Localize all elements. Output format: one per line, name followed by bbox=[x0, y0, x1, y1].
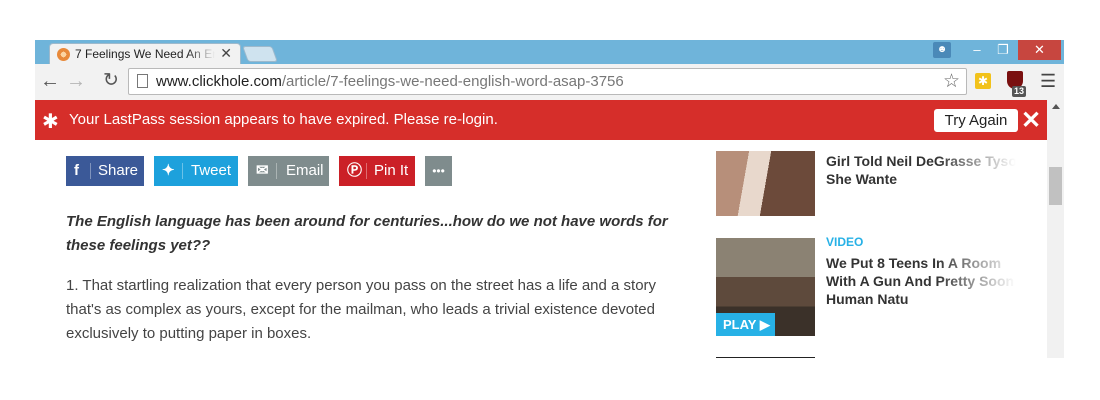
tab-title: 7 Feelings We Need An English Word ASAP bbox=[75, 47, 215, 61]
pinterest-icon: Ⓟ bbox=[347, 162, 363, 179]
share-more-button[interactable]: ••• bbox=[425, 156, 452, 186]
twitter-bird-icon: ✦ bbox=[162, 162, 175, 179]
share-facebook-button[interactable]: f Share bbox=[66, 156, 144, 186]
new-tab-button[interactable] bbox=[242, 46, 278, 62]
address-bar[interactable]: www.clickhole.com/article/7-feelings-we-… bbox=[128, 68, 967, 95]
lastpass-message: Your LastPass session appears to have ex… bbox=[69, 111, 498, 128]
clickhole-favicon-icon bbox=[57, 48, 70, 61]
url-text[interactable]: www.clickhole.com/article/7-feelings-we-… bbox=[156, 73, 624, 90]
sidebar-headline-2[interactable]: We Put 8 Teens In A Room With A Gun And … bbox=[826, 254, 1026, 308]
envelope-icon: ✉ bbox=[256, 162, 269, 179]
share-pinterest-label: Pin It bbox=[374, 162, 409, 179]
page-icon bbox=[137, 74, 148, 88]
share-pinterest-button[interactable]: Ⓟ Pin It bbox=[339, 156, 415, 186]
share-divider bbox=[366, 163, 367, 179]
scrollbar-thumb[interactable] bbox=[1049, 167, 1062, 205]
share-email-label: Email bbox=[286, 162, 324, 179]
url-host: www.clickhole.com bbox=[156, 73, 282, 90]
sidebar-category-label: VIDEO bbox=[826, 235, 864, 249]
try-again-button[interactable]: Try Again bbox=[934, 109, 1018, 132]
share-email-button[interactable]: ✉ Email bbox=[248, 156, 329, 186]
chrome-menu-icon[interactable]: ☰ bbox=[1040, 72, 1056, 90]
share-divider bbox=[182, 163, 183, 179]
share-divider bbox=[276, 163, 277, 179]
share-twitter-label: Tweet bbox=[191, 162, 232, 179]
restore-button[interactable]: ❐ bbox=[992, 40, 1014, 60]
page-scrollbar[interactable] bbox=[1047, 100, 1064, 358]
user-profile-icon[interactable]: ☻ bbox=[933, 42, 951, 58]
play-button[interactable]: PLAY ▶ bbox=[716, 313, 775, 336]
bookmark-star-icon[interactable]: ☆ bbox=[943, 70, 960, 93]
sidebar: Girl Told Neil DeGrasse Tyson She Wante … bbox=[716, 140, 1036, 358]
lastpass-extension-icon[interactable]: ✱ bbox=[975, 73, 991, 89]
window-close-button[interactable]: ✕ bbox=[1018, 40, 1061, 60]
share-twitter-button[interactable]: ✦ Tweet bbox=[154, 156, 238, 186]
article-intro: The English language has been around for… bbox=[66, 213, 668, 254]
lastpass-close-icon[interactable]: ✕ bbox=[1021, 106, 1041, 135]
url-path: /article/7-feelings-we-need-english-word… bbox=[281, 73, 624, 90]
facebook-icon: f bbox=[74, 162, 79, 179]
sidebar-thumbnail-3[interactable] bbox=[716, 357, 815, 358]
article-item-1: 1. That startling realization that every… bbox=[66, 277, 657, 342]
reload-icon[interactable]: ↻ bbox=[100, 70, 122, 92]
scroll-up-arrow-icon[interactable] bbox=[1052, 104, 1060, 109]
share-facebook-label: Share bbox=[98, 162, 139, 179]
sidebar-headline-1[interactable]: Girl Told Neil DeGrasse Tyson She Wante bbox=[826, 152, 1026, 188]
back-icon[interactable]: ← bbox=[39, 70, 61, 92]
browser-tab[interactable]: 7 Feelings We Need An English Word ASAP … bbox=[49, 43, 241, 64]
browser-window: 7 Feelings We Need An English Word ASAP … bbox=[35, 40, 1064, 358]
forward-icon[interactable]: → bbox=[65, 70, 87, 92]
tab-strip: 7 Feelings We Need An English Word ASAP … bbox=[35, 40, 1064, 64]
sidebar-thumbnail-1[interactable] bbox=[716, 151, 815, 216]
ublock-badge: 13 bbox=[1012, 86, 1027, 97]
share-divider bbox=[90, 163, 91, 179]
lastpass-notification-bar: ✱ Your LastPass session appears to have … bbox=[35, 100, 1047, 140]
lastpass-asterisk-icon: ✱ bbox=[42, 111, 59, 133]
minimize-button[interactable]: – bbox=[966, 40, 988, 60]
browser-toolbar: ← → ↻ www.clickhole.com/article/7-feelin… bbox=[35, 64, 1064, 101]
tab-close-icon[interactable]: ✕ bbox=[220, 45, 232, 62]
